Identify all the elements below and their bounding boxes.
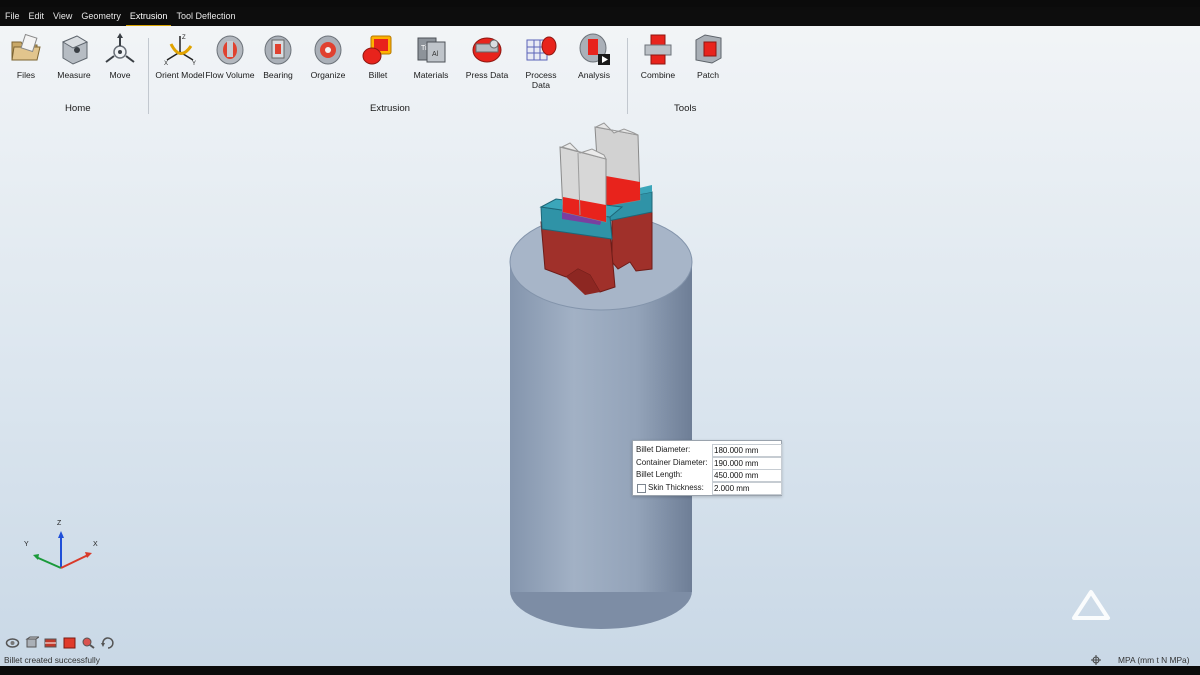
axis-x-label: X [93,541,98,548]
billet-diameter-label: Billet Diameter: [636,445,691,454]
billet-parameters-panel: Billet Diameter: 180.000 mm Container Di… [632,440,782,496]
view-shade-icon[interactable] [62,636,77,649]
axis-y-label: Y [24,541,29,548]
billet-length-label: Billet Length: [636,470,683,479]
skin-thickness-checkbox[interactable] [637,484,646,493]
watermark-logo-icon [1072,590,1110,620]
skin-thickness-input[interactable]: 2.000 mm [712,482,782,495]
view-toolbar [5,636,115,649]
view-cube-icon[interactable] [24,636,39,649]
zoom-icon[interactable] [81,636,96,649]
billet-diameter-input[interactable]: 180.000 mm [712,444,782,457]
billet-diameter-row: Billet Diameter: 180.000 mm [635,444,782,457]
view-rotate-icon[interactable] [5,636,20,649]
billet-length-row: Billet Length: 450.000 mm [635,469,782,482]
application-window: File Edit View Geometry Extrusion Tool D… [0,7,1200,666]
units-indicator[interactable]: MPA (mm t N MPa) [1118,655,1190,665]
axis-z-label: Z [57,520,62,527]
skin-thickness-label: Skin Thickness: [648,483,704,492]
extrusion-die-model[interactable] [539,122,653,295]
snap-icon[interactable] [1091,655,1101,665]
view-reset-icon[interactable] [100,636,115,649]
container-diameter-label: Container Diameter: [636,458,708,467]
view-section-icon[interactable] [43,636,58,649]
viewport-3d[interactable] [0,7,1200,666]
status-message: Billet created successfully [4,655,100,665]
axis-triad [33,531,92,569]
screen-bottom-bar [0,666,1200,675]
container-diameter-row: Container Diameter: 190.000 mm [635,457,782,470]
billet-length-input[interactable]: 450.000 mm [712,469,782,482]
skin-thickness-row: Skin Thickness: 2.000 mm [635,482,782,495]
